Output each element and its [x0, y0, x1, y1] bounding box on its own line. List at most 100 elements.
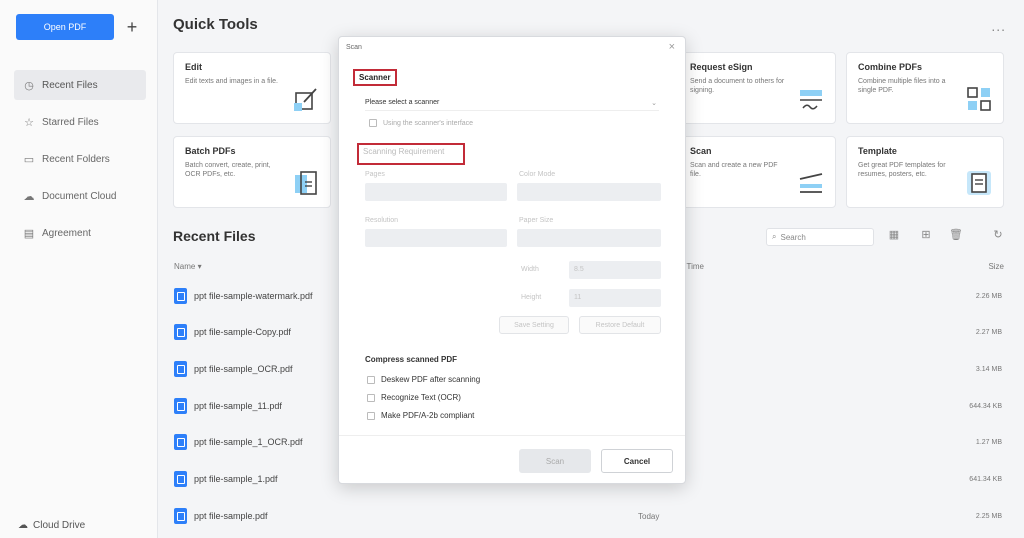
batch-icon	[295, 171, 317, 195]
resolution-label: Resolution	[365, 217, 399, 224]
table-row[interactable]: ppt file-sample.pdf Today 2.25 MB	[174, 504, 1006, 528]
pdfa-option[interactable]: Make PDF/A-2b compliant	[367, 411, 474, 420]
tool-card-batch-pdfs[interactable]: Batch PDFs Batch convert, create, print,…	[173, 136, 331, 208]
sidebar: Open PDF + ◷ Recent Files ☆ Starred File…	[0, 0, 158, 538]
use-interface-checkbox[interactable]	[369, 119, 377, 127]
pdfa-checkbox[interactable]	[367, 411, 375, 420]
pdf-file-icon	[174, 398, 187, 414]
file-size: 2.26 MB	[975, 292, 1002, 300]
scanner-select-value: Please select a scanner	[365, 99, 440, 106]
grid-view-icon[interactable]: ⊞	[918, 228, 934, 244]
pages-select[interactable]	[365, 183, 507, 201]
sidebar-item-recent-folders[interactable]: ▭ Recent Folders	[14, 144, 146, 174]
use-interface-option[interactable]: Using the scanner's interface	[369, 119, 473, 127]
card-description: Scan and create a new PDF file.	[690, 162, 778, 179]
card-title: Combine PDFs	[858, 62, 923, 72]
dialog-divider	[339, 435, 685, 436]
list-view-icon[interactable]: ▦	[886, 228, 902, 244]
restore-default-button[interactable]: Restore Default	[579, 316, 661, 334]
deskew-option[interactable]: Deskew PDF after scanning	[367, 375, 480, 384]
card-description: Batch convert, create, print, OCR PDFs, …	[185, 162, 271, 179]
card-description: Edit texts and images in a file.	[185, 78, 278, 85]
compress-section-title: Compress scanned PDF	[365, 355, 458, 364]
sidebar-item-label: Recent Files	[42, 79, 98, 91]
cloud-drive-item[interactable]: ☁ Cloud Drive	[18, 520, 85, 531]
card-description: Send a document to others for signing.	[690, 78, 785, 95]
pdf-file-icon	[174, 434, 187, 450]
file-name: ppt file-sample_1.pdf	[194, 474, 278, 484]
esign-icon	[800, 90, 822, 110]
height-label: Height	[521, 294, 542, 301]
file-name: ppt file-sample-watermark.pdf	[194, 291, 313, 301]
more-options-icon[interactable]: ...	[991, 18, 1006, 34]
tool-card-scan[interactable]: Scan Scan and create a new PDF file.	[678, 136, 836, 208]
file-name: ppt file-sample-Copy.pdf	[194, 327, 291, 337]
refresh-icon[interactable]: ↻	[990, 228, 1006, 244]
file-size: 2.25 MB	[975, 512, 1002, 520]
ocr-option[interactable]: Recognize Text (OCR)	[367, 393, 461, 402]
star-icon: ☆	[24, 116, 34, 129]
quick-tools-title: Quick Tools	[173, 16, 258, 33]
search-placeholder: Search	[780, 232, 806, 242]
card-title: Batch PDFs	[185, 146, 236, 156]
sidebar-item-label: Agreement	[42, 227, 91, 239]
tool-card-template[interactable]: Template Get great PDF templates for res…	[846, 136, 1004, 208]
color-mode-label: Color Mode	[519, 171, 556, 178]
cloud-icon: ☁	[18, 520, 28, 531]
save-setting-button[interactable]: Save Setting	[499, 316, 569, 334]
cloud-icon: ☁	[23, 190, 35, 203]
pages-label: Pages	[365, 171, 385, 178]
resolution-select[interactable]	[365, 229, 507, 247]
width-field[interactable]: 8.5	[569, 261, 661, 279]
add-button[interactable]: +	[122, 14, 142, 40]
trash-icon[interactable]: 🗑	[948, 228, 964, 244]
card-description: Get great PDF templates for resumes, pos…	[858, 162, 946, 179]
paper-size-select[interactable]	[517, 229, 661, 247]
sidebar-item-label: Starred Files	[42, 116, 99, 128]
tool-card-edit[interactable]: Edit Edit texts and images in a file.	[173, 52, 331, 124]
file-name: ppt file-sample_1_OCR.pdf	[194, 437, 303, 447]
ocr-label: Recognize Text (OCR)	[381, 393, 461, 402]
scanner-section-label: Scanner	[353, 69, 397, 86]
close-icon[interactable]: ×	[669, 41, 675, 53]
deskew-label: Deskew PDF after scanning	[381, 375, 481, 384]
sidebar-item-document-cloud[interactable]: ☁ Document Cloud	[14, 181, 146, 211]
combine-icon	[967, 87, 991, 111]
card-title: Request eSign	[690, 62, 753, 72]
card-title: Scan	[690, 146, 712, 156]
deskew-checkbox[interactable]	[367, 375, 375, 384]
scan-dialog: Scan × Scanner Please select a scanner ⌄…	[338, 36, 686, 484]
use-interface-label: Using the scanner's interface	[383, 119, 474, 127]
sidebar-nav: ◷ Recent Files ☆ Starred Files ▭ Recent …	[14, 70, 146, 255]
search-input[interactable]: ⌕ Search	[766, 228, 874, 246]
open-pdf-button[interactable]: Open PDF	[16, 14, 114, 40]
sidebar-item-starred-files[interactable]: ☆ Starred Files	[14, 107, 146, 137]
column-header-name[interactable]: Name ▾	[174, 262, 202, 271]
file-size: 644.34 KB	[969, 402, 1002, 410]
file-size: 3.14 MB	[975, 365, 1002, 373]
pdf-file-icon	[174, 361, 187, 377]
tool-card-combine-pdfs[interactable]: Combine PDFs Combine multiple files into…	[846, 52, 1004, 124]
pdf-file-icon	[174, 471, 187, 487]
clock-icon: ◷	[24, 79, 34, 92]
pdf-file-icon	[174, 324, 187, 340]
folder-icon: ▭	[23, 153, 35, 166]
recent-files-title: Recent Files	[173, 228, 256, 244]
pdf-file-icon	[174, 288, 187, 304]
scan-button[interactable]: Scan	[519, 449, 591, 473]
height-field[interactable]: 11	[569, 289, 661, 307]
tool-card-request-esign[interactable]: Request eSign Send a document to others …	[678, 52, 836, 124]
scanner-select[interactable]: Please select a scanner ⌄	[365, 95, 659, 111]
card-description: Combine multiple files into a single PDF…	[858, 78, 946, 95]
edit-icon	[294, 88, 317, 111]
sidebar-item-agreement[interactable]: ▤ Agreement	[14, 218, 146, 248]
search-icon: ⌕	[772, 232, 777, 241]
sidebar-item-recent-files[interactable]: ◷ Recent Files	[14, 70, 146, 100]
color-mode-select[interactable]	[517, 183, 661, 201]
cancel-button[interactable]: Cancel	[601, 449, 673, 473]
ocr-checkbox[interactable]	[367, 393, 375, 402]
sidebar-item-label: Document Cloud	[42, 190, 117, 202]
dialog-title: Scan	[346, 44, 362, 51]
column-header-size[interactable]: Size	[988, 262, 1004, 271]
file-size: 1.27 MB	[975, 438, 1002, 446]
